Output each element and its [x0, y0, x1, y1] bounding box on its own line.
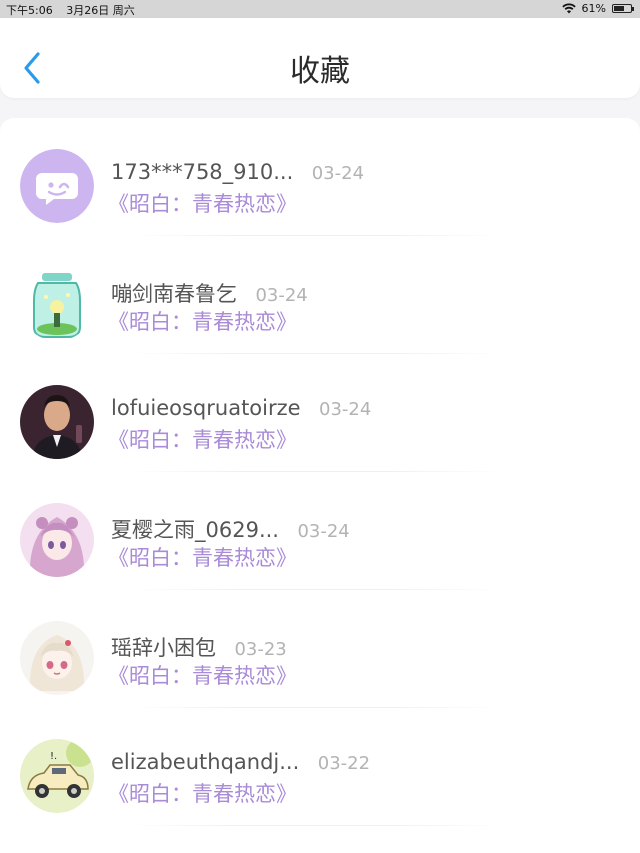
status-left: 下午5:06 3月26日 周六 [6, 2, 145, 18]
battery-fill [614, 6, 624, 11]
username[interactable]: 嘣剑南春鲁乞 [111, 282, 237, 306]
username-row: 173***758_910... 03-24 [111, 160, 364, 184]
username-row: elizabeuthqandj... 03-22 [111, 750, 370, 774]
username-row: 夏樱之雨_0629... 03-24 [111, 514, 350, 544]
username[interactable]: 173***758_910... [111, 160, 293, 184]
date: 03-24 [297, 521, 350, 542]
toy-car-avatar: !. [20, 739, 94, 813]
anime-white-hair-avatar [20, 621, 94, 695]
page-title: 收藏 [290, 54, 350, 89]
status-right: 61% [561, 2, 634, 15]
avatar[interactable] [20, 621, 94, 695]
chat-bubble-icon [20, 149, 94, 223]
list-item[interactable]: 嘣剑南春鲁乞 03-24 《昭白：青春热恋》 [0, 236, 640, 354]
divider [130, 825, 500, 826]
username[interactable]: 瑶辞小困包 [111, 636, 216, 660]
avatar[interactable]: !. [20, 739, 94, 813]
avatar[interactable] [20, 503, 94, 577]
username[interactable]: 夏樱之雨_0629... [111, 518, 279, 542]
username-row: lofuieosqruatoirze 03-24 [111, 396, 371, 420]
username[interactable]: elizabeuthqandj... [111, 750, 299, 774]
favorites-list: 173***758_910... 03-24 《昭白：青春热恋》 嘣剑南春鲁乞 … [0, 118, 640, 853]
avatar[interactable] [20, 149, 94, 223]
date: 03-23 [234, 639, 287, 660]
book-title[interactable]: 《昭白：青春热恋》 [108, 660, 297, 690]
status-date: 3月26日 周六 [66, 4, 135, 17]
date: 03-24 [311, 163, 365, 184]
list-item[interactable]: !. elizabeuthqandj... 03-22 《昭白：青春热恋》 [0, 708, 640, 826]
list-item[interactable]: 瑶辞小困包 03-23 《昭白：青春热恋》 [0, 590, 640, 708]
book-title[interactable]: 《昭白：青春热恋》 [108, 778, 297, 808]
glass-jar-avatar [20, 267, 94, 341]
battery-percent: 61% [581, 2, 606, 15]
man-photo-avatar [20, 385, 94, 459]
battery-icon [612, 4, 634, 13]
username[interactable]: lofuieosqruatoirze [111, 396, 301, 420]
date: 03-22 [317, 753, 371, 774]
wifi-icon [561, 3, 576, 14]
date: 03-24 [255, 285, 308, 306]
book-title[interactable]: 《昭白：青春热恋》 [108, 306, 297, 336]
username-row: 瑶辞小困包 03-23 [111, 632, 287, 662]
status-bar: 下午5:06 3月26日 周六 61% [0, 0, 640, 18]
svg-text:!.: !. [50, 751, 57, 762]
list-item[interactable]: 夏樱之雨_0629... 03-24 《昭白：青春热恋》 [0, 472, 640, 590]
avatar[interactable] [20, 267, 94, 341]
status-time: 下午5:06 [6, 4, 53, 17]
book-title[interactable]: 《昭白：青春热恋》 [108, 424, 297, 454]
header: 收藏 [0, 18, 640, 98]
book-title[interactable]: 《昭白：青春热恋》 [108, 188, 297, 218]
list-item[interactable]: lofuieosqruatoirze 03-24 《昭白：青春热恋》 [0, 354, 640, 472]
username-row: 嘣剑南春鲁乞 03-24 [111, 278, 308, 308]
list-item[interactable]: 173***758_910... 03-24 《昭白：青春热恋》 [0, 118, 640, 236]
anime-girl-avatar [20, 503, 94, 577]
date: 03-24 [319, 399, 372, 420]
avatar[interactable] [20, 385, 94, 459]
book-title[interactable]: 《昭白：青春热恋》 [108, 542, 297, 572]
